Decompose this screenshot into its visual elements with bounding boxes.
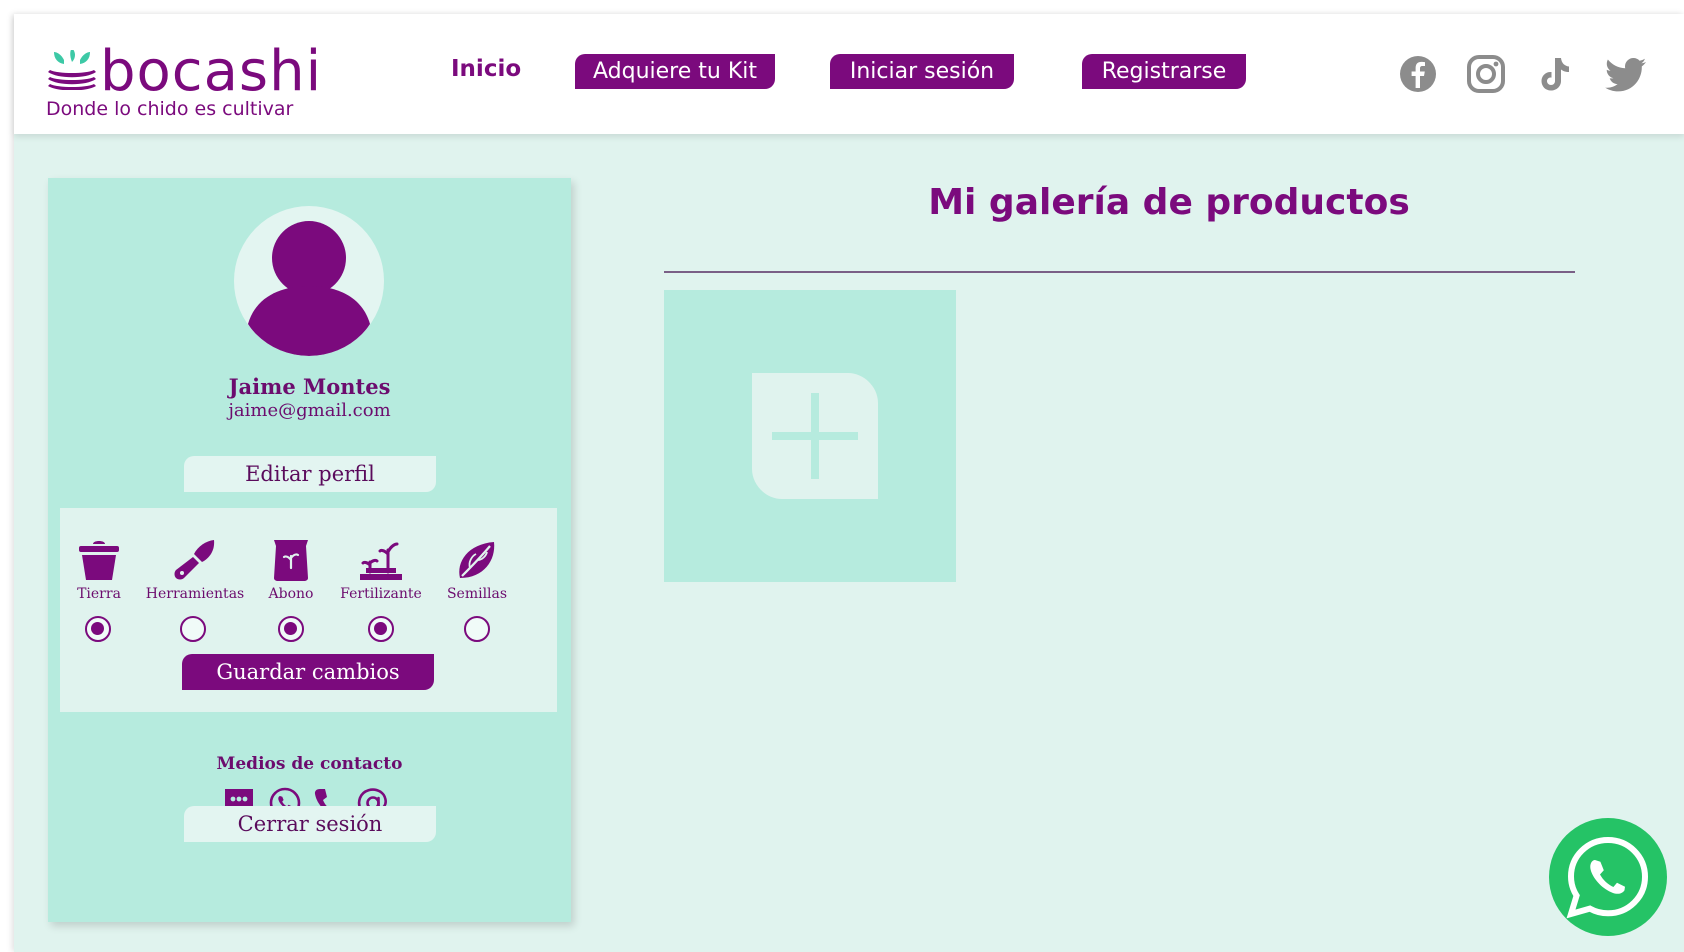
instagram-icon[interactable] <box>1466 54 1506 94</box>
category-label: Semillas <box>446 586 508 602</box>
add-product-tile[interactable] <box>664 290 956 582</box>
sprouts-icon <box>360 542 402 580</box>
brand-tagline: Donde lo chido es cultivar <box>46 98 294 120</box>
sprout-logo-icon <box>48 50 96 90</box>
brand-name: bocashi <box>100 39 323 104</box>
twitter-icon[interactable] <box>1604 54 1648 94</box>
buy-kit-button[interactable]: Adquiere tu Kit <box>575 54 775 89</box>
nav-home-link[interactable]: Inicio <box>451 56 521 82</box>
profile-email: jaime@gmail.com <box>228 400 391 421</box>
facebook-icon[interactable] <box>1398 54 1438 94</box>
profile-card: Jaime Montes jaime@gmail.com Editar perf… <box>48 178 571 922</box>
bocashi-logo[interactable]: bocashi Donde lo chido es cultivar <box>46 38 321 121</box>
gallery-title: Mi galería de productos <box>928 182 1410 223</box>
contact-title: Medios de contacto <box>216 754 403 774</box>
save-changes-button[interactable]: Guardar cambios <box>182 654 434 690</box>
radio-abono[interactable] <box>278 616 304 642</box>
tiktok-icon[interactable] <box>1534 54 1574 94</box>
category-herramientas: Herramientas <box>140 538 250 602</box>
compost-bag-icon <box>274 540 308 581</box>
category-label: Tierra <box>77 586 121 602</box>
radio-herramientas[interactable] <box>180 616 206 642</box>
login-button[interactable]: Iniciar sesión <box>830 54 1014 89</box>
profile-name: Jaime Montes <box>228 374 391 399</box>
user-silhouette-icon <box>248 221 370 356</box>
top-navigation-bar: bocashi Donde lo chido es cultivar Inici… <box>14 14 1684 134</box>
register-button[interactable]: Registrarse <box>1082 54 1246 89</box>
trowel-icon <box>174 540 215 580</box>
category-label: Herramientas <box>145 586 245 602</box>
interests-panel: Tierra Herramientas Abono Fertilizante S… <box>60 508 557 712</box>
category-tierra: Tierra <box>44 538 154 602</box>
whatsapp-float-button[interactable] <box>1549 818 1667 936</box>
radio-tierra[interactable] <box>85 616 111 642</box>
avatar[interactable] <box>234 206 384 356</box>
pot-icon <box>79 541 119 580</box>
category-fertilizante: Fertilizante <box>326 538 436 602</box>
add-product-icon[interactable] <box>752 373 878 499</box>
radio-semillas[interactable] <box>464 616 490 642</box>
category-semillas: Semillas <box>422 538 532 602</box>
radio-fertilizante[interactable] <box>368 616 394 642</box>
page-frame: bocashi Donde lo chido es cultivar Inici… <box>14 14 1684 952</box>
logout-button[interactable]: Cerrar sesión <box>184 806 436 842</box>
edit-profile-button[interactable]: Editar perfil <box>184 456 436 492</box>
category-label: Fertilizante <box>340 586 422 602</box>
seed-icon <box>459 542 495 578</box>
whatsapp-icon <box>1566 836 1649 919</box>
gallery-divider <box>664 271 1575 273</box>
